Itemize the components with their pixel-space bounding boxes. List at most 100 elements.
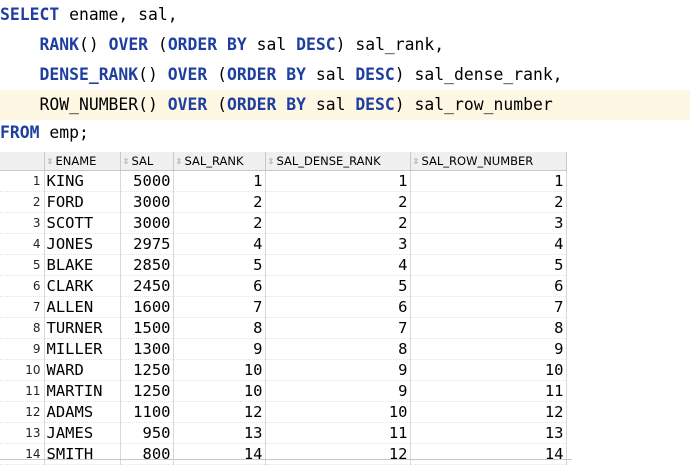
cell-ename[interactable]: ALLEN xyxy=(44,296,121,318)
code-line-4-current[interactable]: ROW_NUMBER() OVER (ORDER BY sal DESC) sa… xyxy=(0,90,690,120)
row-number[interactable]: 8 xyxy=(0,317,45,339)
row-number[interactable]: 14 xyxy=(0,443,45,465)
cell-sal-dense-rank[interactable]: 12 xyxy=(265,443,411,465)
row-number[interactable]: 2 xyxy=(0,191,45,213)
cell-sal-row-number[interactable]: 10 xyxy=(410,359,567,381)
cell-sal-row-number[interactable]: 6 xyxy=(410,275,567,297)
cell-ename[interactable]: WARD xyxy=(44,359,121,381)
cell-sal-row-number[interactable]: 14 xyxy=(410,443,567,465)
cell-sal-row-number[interactable]: 8 xyxy=(410,317,567,339)
column-header-ename[interactable]: ⇳ ENAME xyxy=(44,152,121,171)
cell-sal[interactable]: 1300 xyxy=(120,338,174,360)
cell-sal[interactable]: 1250 xyxy=(120,380,174,402)
cell-ename[interactable]: MARTIN xyxy=(44,380,121,402)
cell-sal-dense-rank[interactable]: 3 xyxy=(265,233,411,255)
sort-arrows-icon[interactable]: ⇳ xyxy=(123,157,132,166)
cell-sal-row-number[interactable]: 9 xyxy=(410,338,567,360)
column-header-sal[interactable]: ⇳ SAL xyxy=(120,152,174,171)
cell-sal-dense-rank[interactable]: 4 xyxy=(265,254,411,276)
cell-sal-dense-rank[interactable]: 5 xyxy=(265,275,411,297)
row-number[interactable]: 1 xyxy=(0,170,45,192)
cell-sal[interactable]: 800 xyxy=(120,443,174,465)
cell-sal[interactable]: 3000 xyxy=(120,191,174,213)
cell-sal-dense-rank[interactable]: 2 xyxy=(265,212,411,234)
cell-sal[interactable]: 2450 xyxy=(120,275,174,297)
code-line-2[interactable]: RANK() OVER (ORDER BY sal DESC) sal_rank… xyxy=(0,30,690,60)
row-number[interactable]: 9 xyxy=(0,338,45,360)
table-row[interactable]: 11 MARTIN 1250 10 9 11 xyxy=(0,380,567,402)
table-row[interactable]: 9 MILLER 1300 9 8 9 xyxy=(0,338,567,360)
cell-sal-row-number[interactable]: 2 xyxy=(410,191,567,213)
cell-ename[interactable]: CLARK xyxy=(44,275,121,297)
cell-sal-dense-rank[interactable]: 9 xyxy=(265,380,411,402)
cell-sal[interactable]: 5000 xyxy=(120,170,174,192)
cell-sal-dense-rank[interactable]: 11 xyxy=(265,422,411,444)
column-header-sal-dense-rank[interactable]: ⇳ SAL_DENSE_RANK xyxy=(265,152,411,171)
cell-sal-rank[interactable]: 2 xyxy=(173,212,266,234)
cell-sal-row-number[interactable]: 3 xyxy=(410,212,567,234)
cell-sal[interactable]: 950 xyxy=(120,422,174,444)
table-row[interactable]: 12 ADAMS 1100 12 10 12 xyxy=(0,401,567,423)
cell-sal-dense-rank[interactable]: 2 xyxy=(265,191,411,213)
cell-sal-row-number[interactable]: 13 xyxy=(410,422,567,444)
table-row[interactable]: 3 SCOTT 3000 2 2 3 xyxy=(0,212,567,234)
cell-sal-dense-rank[interactable]: 7 xyxy=(265,317,411,339)
cell-sal-rank[interactable]: 10 xyxy=(173,359,266,381)
table-row[interactable]: 7 ALLEN 1600 7 6 7 xyxy=(0,296,567,318)
row-number[interactable]: 13 xyxy=(0,422,45,444)
cell-ename[interactable]: BLAKE xyxy=(44,254,121,276)
cell-sal-dense-rank[interactable]: 8 xyxy=(265,338,411,360)
table-row[interactable]: 6 CLARK 2450 6 5 6 xyxy=(0,275,567,297)
code-line-5[interactable]: FROM emp; xyxy=(0,118,690,148)
row-number[interactable]: 7 xyxy=(0,296,45,318)
cell-sal-dense-rank[interactable]: 10 xyxy=(265,401,411,423)
row-number[interactable]: 10 xyxy=(0,359,45,381)
table-row[interactable]: 14 SMITH 800 14 12 14 xyxy=(0,443,567,465)
cell-sal-row-number[interactable]: 7 xyxy=(410,296,567,318)
row-number[interactable]: 12 xyxy=(0,401,45,423)
cell-sal-rank[interactable]: 9 xyxy=(173,338,266,360)
code-line-3[interactable]: DENSE_RANK() OVER (ORDER BY sal DESC) sa… xyxy=(0,60,690,90)
cell-sal[interactable]: 1100 xyxy=(120,401,174,423)
sort-arrows-icon[interactable]: ⇳ xyxy=(176,157,185,166)
cell-sal-dense-rank[interactable]: 6 xyxy=(265,296,411,318)
cell-ename[interactable]: MILLER xyxy=(44,338,121,360)
cell-sal-dense-rank[interactable]: 1 xyxy=(265,170,411,192)
cell-ename[interactable]: FORD xyxy=(44,191,121,213)
row-number[interactable]: 6 xyxy=(0,275,45,297)
cell-sal-row-number[interactable]: 12 xyxy=(410,401,567,423)
cell-ename[interactable]: SMITH xyxy=(44,443,121,465)
cell-sal-row-number[interactable]: 4 xyxy=(410,233,567,255)
cell-sal-row-number[interactable]: 1 xyxy=(410,170,567,192)
sort-arrows-icon[interactable]: ⇳ xyxy=(47,157,56,166)
table-row[interactable]: 2 FORD 3000 2 2 2 xyxy=(0,191,567,213)
table-row[interactable]: 10 WARD 1250 10 9 10 xyxy=(0,359,567,381)
cell-sal-rank[interactable]: 4 xyxy=(173,233,266,255)
column-header-sal-rank[interactable]: ⇳ SAL_RANK xyxy=(173,152,266,171)
row-number[interactable]: 11 xyxy=(0,380,45,402)
sort-arrows-icon[interactable]: ⇳ xyxy=(268,157,277,166)
cell-sal-rank[interactable]: 5 xyxy=(173,254,266,276)
cell-sal-rank[interactable]: 7 xyxy=(173,296,266,318)
cell-sal[interactable]: 1500 xyxy=(120,317,174,339)
cell-ename[interactable]: TURNER xyxy=(44,317,121,339)
cell-ename[interactable]: KING xyxy=(44,170,121,192)
code-line-1[interactable]: SELECT ename, sal, xyxy=(0,0,690,30)
row-number[interactable]: 4 xyxy=(0,233,45,255)
query-result-grid[interactable]: ⇳ ENAME ⇳ SAL ⇳ SAL_RANK ⇳ SAL_DENSE_RANK ⇳ S… xyxy=(0,152,572,465)
table-row[interactable]: 4 JONES 2975 4 3 4 xyxy=(0,233,567,255)
cell-sal[interactable]: 1250 xyxy=(120,359,174,381)
cell-sal[interactable]: 1600 xyxy=(120,296,174,318)
row-number[interactable]: 3 xyxy=(0,212,45,234)
cell-ename[interactable]: ADAMS xyxy=(44,401,121,423)
cell-sal[interactable]: 2975 xyxy=(120,233,174,255)
table-row[interactable]: 8 TURNER 1500 8 7 8 xyxy=(0,317,567,339)
cell-ename[interactable]: SCOTT xyxy=(44,212,121,234)
table-row[interactable]: 5 BLAKE 2850 5 4 5 xyxy=(0,254,567,276)
cell-sal-rank[interactable]: 10 xyxy=(173,380,266,402)
cell-sal-rank[interactable]: 8 xyxy=(173,317,266,339)
cell-sal-rank[interactable]: 6 xyxy=(173,275,266,297)
cell-sal-row-number[interactable]: 5 xyxy=(410,254,567,276)
cell-sal-row-number[interactable]: 11 xyxy=(410,380,567,402)
table-row[interactable]: 1 KING 5000 1 1 1 xyxy=(0,170,567,192)
